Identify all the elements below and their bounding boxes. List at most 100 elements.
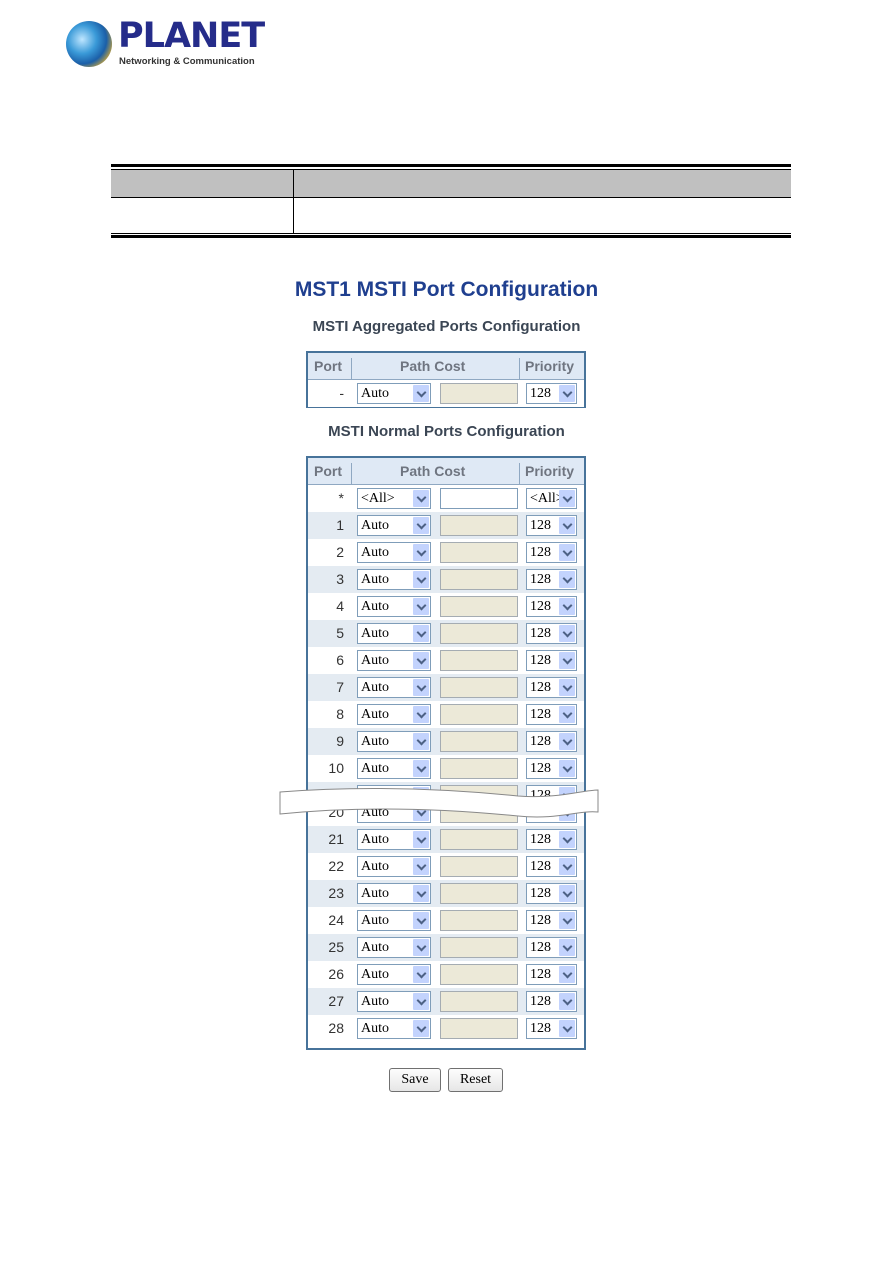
chevron-down-icon[interactable]	[413, 652, 429, 669]
chevron-down-icon[interactable]	[413, 993, 429, 1010]
priority-select[interactable]: 128	[526, 542, 577, 563]
path-cost-select[interactable]: Auto	[357, 1018, 431, 1039]
priority-select[interactable]: 128	[526, 731, 577, 752]
path-cost-select[interactable]: Auto	[357, 542, 431, 563]
priority-select[interactable]: 128	[526, 515, 577, 536]
priority-select[interactable]: 128	[526, 596, 577, 617]
chevron-down-icon[interactable]	[559, 385, 575, 402]
path-cost-input[interactable]	[440, 569, 518, 590]
path-cost-select[interactable]: <All>	[357, 488, 431, 509]
path-cost-input[interactable]	[440, 856, 518, 877]
chevron-down-icon[interactable]	[559, 966, 575, 983]
chevron-down-icon[interactable]	[413, 760, 429, 777]
priority-select[interactable]: 128	[526, 883, 577, 904]
chevron-down-icon[interactable]	[413, 939, 429, 956]
chevron-down-icon[interactable]	[413, 517, 429, 534]
path-cost-input[interactable]	[440, 704, 518, 725]
chevron-down-icon[interactable]	[559, 1020, 575, 1037]
path-cost-select[interactable]: Auto	[357, 731, 431, 752]
chevron-down-icon[interactable]	[413, 490, 429, 507]
chevron-down-icon[interactable]	[559, 517, 575, 534]
chevron-down-icon[interactable]	[559, 571, 575, 588]
path-cost-select[interactable]: Auto	[357, 964, 431, 985]
chevron-down-icon[interactable]	[413, 885, 429, 902]
chevron-down-icon[interactable]	[559, 490, 575, 507]
path-cost-input[interactable]	[440, 731, 518, 752]
chevron-down-icon[interactable]	[559, 652, 575, 669]
path-cost-input[interactable]	[440, 515, 518, 536]
chevron-down-icon[interactable]	[559, 733, 575, 750]
chevron-down-icon[interactable]	[413, 625, 429, 642]
path-cost-input[interactable]	[440, 596, 518, 617]
path-cost-input[interactable]	[440, 623, 518, 644]
path-cost-select[interactable]: Auto	[357, 383, 431, 404]
path-cost-input[interactable]	[440, 758, 518, 779]
chevron-down-icon[interactable]	[413, 912, 429, 929]
chevron-down-icon[interactable]	[413, 1020, 429, 1037]
path-cost-input[interactable]	[440, 883, 518, 904]
chevron-down-icon[interactable]	[559, 912, 575, 929]
path-cost-select[interactable]: Auto	[357, 883, 431, 904]
priority-select[interactable]: 128	[526, 650, 577, 671]
chevron-down-icon[interactable]	[413, 858, 429, 875]
path-cost-select[interactable]: Auto	[357, 623, 431, 644]
priority-select[interactable]: 128	[526, 623, 577, 644]
chevron-down-icon[interactable]	[413, 733, 429, 750]
path-cost-select[interactable]: Auto	[357, 937, 431, 958]
path-cost-input[interactable]	[440, 829, 518, 850]
chevron-down-icon[interactable]	[559, 760, 575, 777]
priority-select[interactable]: 128	[526, 856, 577, 877]
path-cost-input[interactable]	[440, 937, 518, 958]
path-cost-select[interactable]: Auto	[357, 829, 431, 850]
chevron-down-icon[interactable]	[413, 679, 429, 696]
chevron-down-icon[interactable]	[413, 571, 429, 588]
path-cost-input[interactable]	[440, 383, 518, 404]
chevron-down-icon[interactable]	[559, 831, 575, 848]
priority-select[interactable]: 128	[526, 829, 577, 850]
chevron-down-icon[interactable]	[559, 598, 575, 615]
path-cost-select[interactable]: Auto	[357, 650, 431, 671]
priority-select[interactable]: 128	[526, 677, 577, 698]
priority-select[interactable]: 128	[526, 964, 577, 985]
priority-select[interactable]: 128	[526, 937, 577, 958]
priority-select[interactable]: 128	[526, 991, 577, 1012]
priority-select[interactable]: 128	[526, 910, 577, 931]
path-cost-select[interactable]: Auto	[357, 569, 431, 590]
chevron-down-icon[interactable]	[559, 679, 575, 696]
chevron-down-icon[interactable]	[413, 544, 429, 561]
chevron-down-icon[interactable]	[413, 706, 429, 723]
path-cost-input[interactable]	[440, 488, 518, 509]
save-button[interactable]: Save	[389, 1068, 441, 1092]
chevron-down-icon[interactable]	[559, 706, 575, 723]
path-cost-select[interactable]: Auto	[357, 677, 431, 698]
priority-select[interactable]: 128	[526, 758, 577, 779]
path-cost-select[interactable]: Auto	[357, 596, 431, 617]
path-cost-input[interactable]	[440, 1018, 518, 1039]
path-cost-select[interactable]: Auto	[357, 910, 431, 931]
path-cost-input[interactable]	[440, 650, 518, 671]
chevron-down-icon[interactable]	[559, 544, 575, 561]
chevron-down-icon[interactable]	[413, 831, 429, 848]
path-cost-input[interactable]	[440, 542, 518, 563]
chevron-down-icon[interactable]	[559, 885, 575, 902]
path-cost-select[interactable]: Auto	[357, 991, 431, 1012]
priority-select[interactable]: 128	[526, 704, 577, 725]
chevron-down-icon[interactable]	[413, 966, 429, 983]
chevron-down-icon[interactable]	[559, 625, 575, 642]
priority-select[interactable]: <All>	[526, 488, 577, 509]
priority-select[interactable]: 128	[526, 383, 577, 404]
path-cost-select[interactable]: Auto	[357, 515, 431, 536]
priority-select[interactable]: 128	[526, 569, 577, 590]
path-cost-select[interactable]: Auto	[357, 758, 431, 779]
chevron-down-icon[interactable]	[559, 939, 575, 956]
chevron-down-icon[interactable]	[559, 858, 575, 875]
priority-select[interactable]: 128	[526, 1018, 577, 1039]
path-cost-input[interactable]	[440, 964, 518, 985]
path-cost-input[interactable]	[440, 910, 518, 931]
chevron-down-icon[interactable]	[559, 993, 575, 1010]
path-cost-input[interactable]	[440, 677, 518, 698]
path-cost-input[interactable]	[440, 991, 518, 1012]
path-cost-select[interactable]: Auto	[357, 704, 431, 725]
chevron-down-icon[interactable]	[413, 385, 429, 402]
chevron-down-icon[interactable]	[413, 598, 429, 615]
